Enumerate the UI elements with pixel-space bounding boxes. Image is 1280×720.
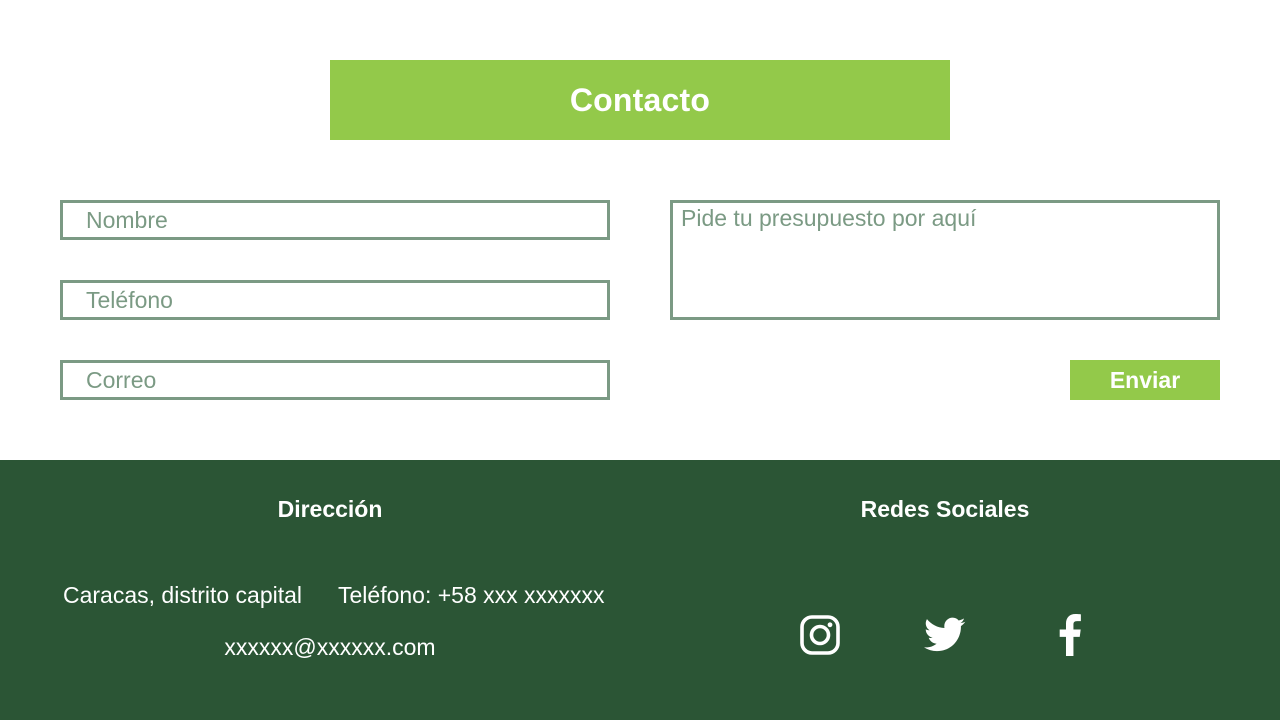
footer-email: xxxxxx@xxxxxx.com	[224, 634, 436, 660]
address-heading: Dirección	[277, 496, 383, 522]
instagram-icon[interactable]	[797, 612, 843, 658]
name-input[interactable]	[60, 200, 610, 240]
page-title: Contacto	[569, 81, 711, 118]
phone-input[interactable]	[60, 280, 610, 320]
twitter-icon[interactable]	[922, 612, 968, 658]
footer: Dirección Redes Sociales Caracas, distri…	[0, 460, 1280, 720]
footer-phone: Teléfono: +58 xxx xxxxxxx	[338, 582, 605, 608]
contact-page: Contacto Enviar Dirección Redes Sociales…	[0, 0, 1280, 720]
address-city: Caracas, distrito capital	[63, 582, 303, 608]
email-input[interactable]	[60, 360, 610, 400]
send-button[interactable]: Enviar	[1070, 360, 1220, 400]
contact-header: Contacto	[330, 60, 950, 140]
social-heading: Redes Sociales	[860, 496, 1030, 522]
quote-message-textarea[interactable]	[670, 200, 1220, 320]
facebook-icon[interactable]	[1047, 612, 1093, 658]
